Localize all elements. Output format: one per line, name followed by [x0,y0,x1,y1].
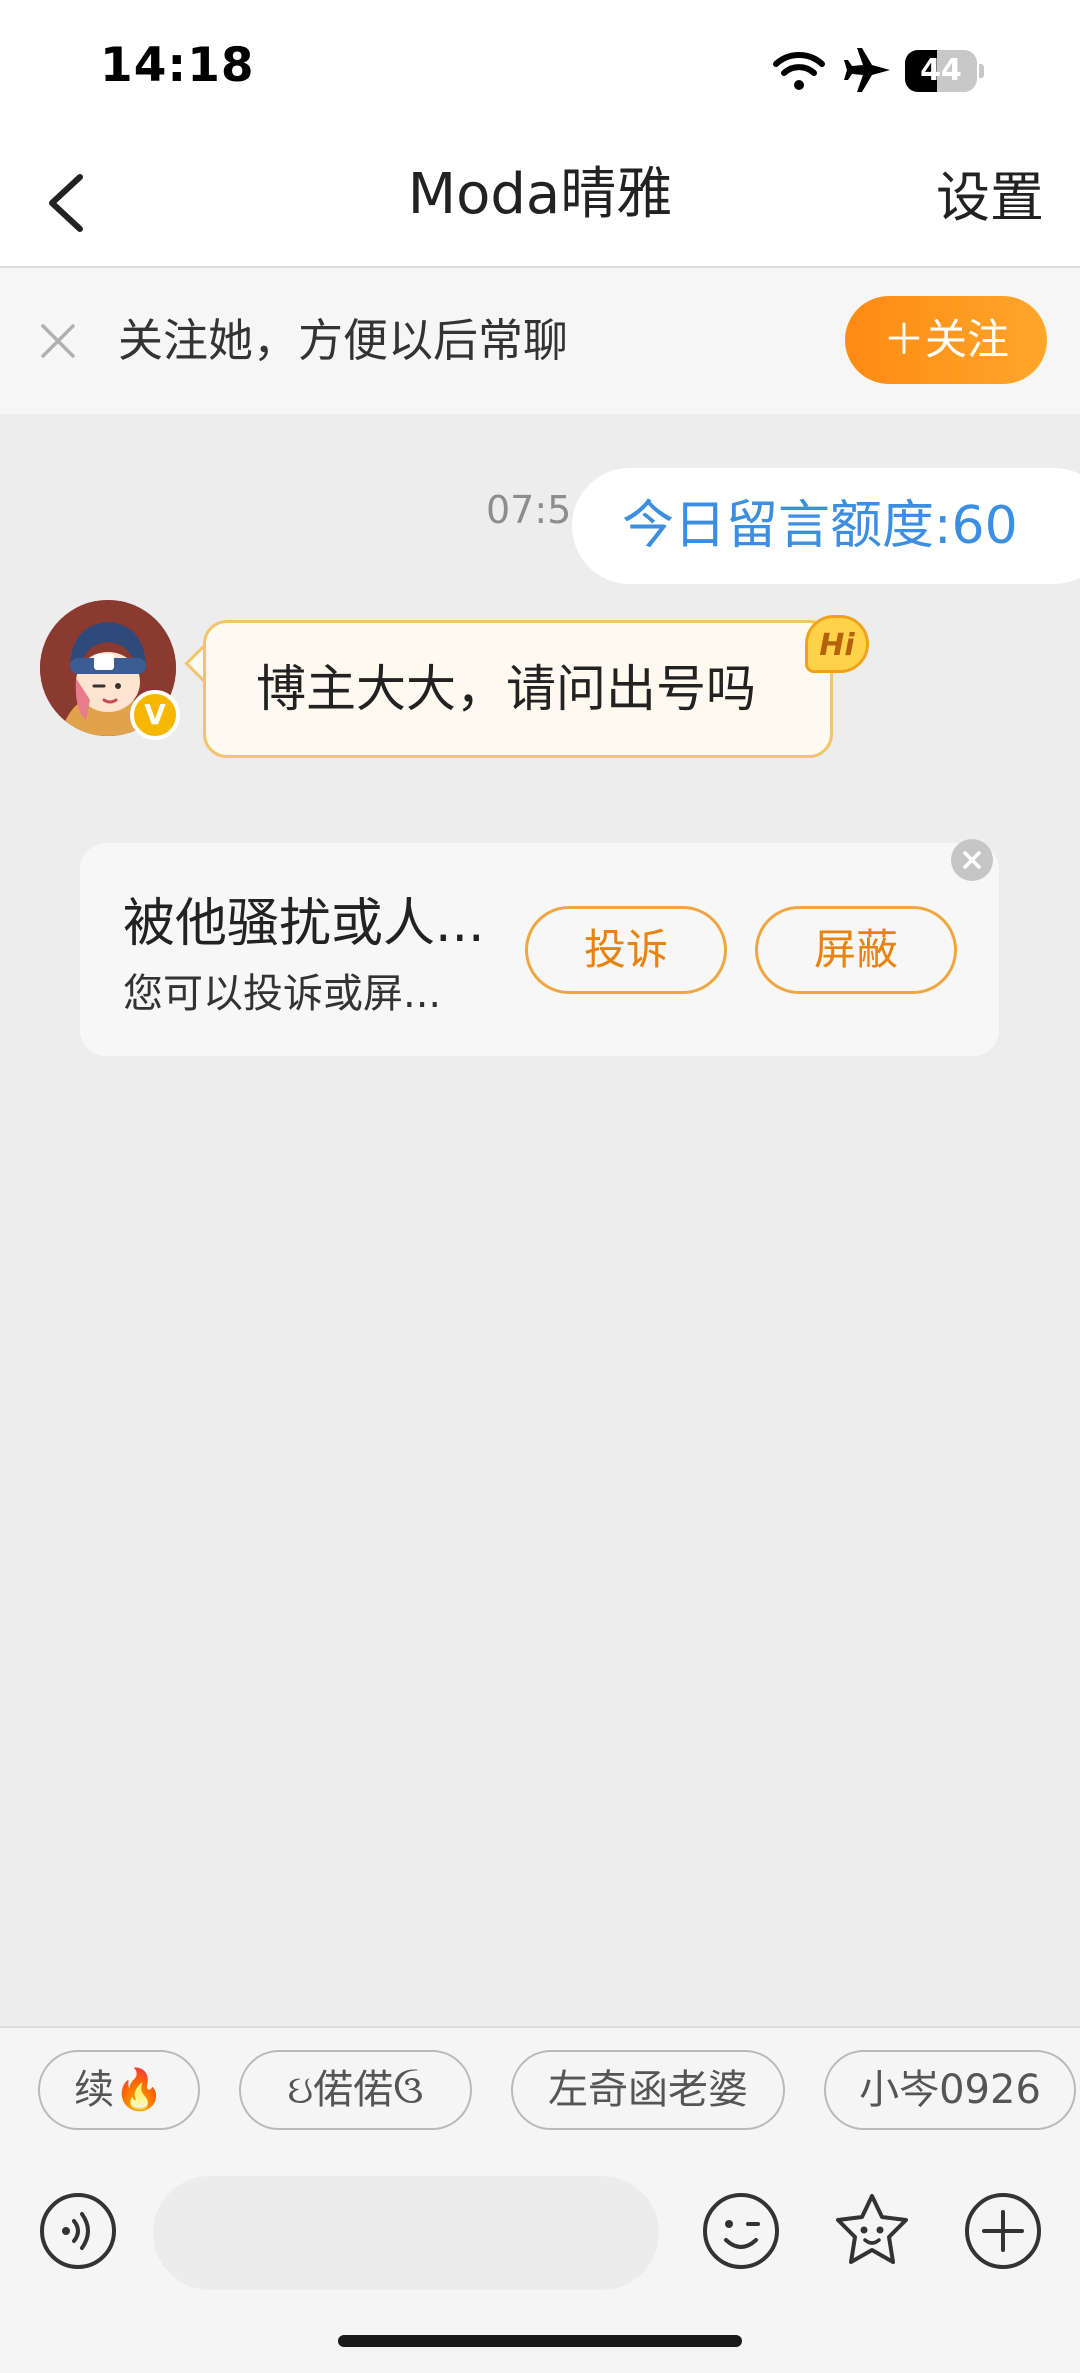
battery-percent: 44 [920,53,962,88]
message-timestamp: 07:5 [486,488,572,532]
status-time: 14:18 [100,38,255,93]
nav-bar: Moda晴雅 设置 [0,135,1080,268]
contact-chip[interactable]: 左奇函老婆 [511,2050,785,2130]
battery-indicator: 44 [905,50,984,92]
input-bar [0,2150,1080,2373]
follow-banner: 关注她，方便以后常聊 ＋关注 [0,268,1080,414]
sticker-icon[interactable] [831,2190,913,2272]
block-button[interactable]: 屏蔽 [755,906,957,994]
message-quota-pill: 今日留言额度:60 [572,468,1080,584]
status-bar: 14:18 44 [0,0,1080,135]
message-input[interactable] [153,2176,659,2290]
contact-chip[interactable]: 续🔥 [38,2050,200,2130]
follow-button[interactable]: ＋关注 [845,296,1047,384]
emoji-icon[interactable] [700,2190,782,2272]
contact-chip[interactable]: 小岑0926 [824,2050,1076,2130]
message-text: 博主大大，请问出号吗 [256,660,756,718]
wifi-icon [773,52,825,90]
report-card-title: 被他骚扰或人... [123,894,485,954]
home-indicator [338,2335,742,2347]
voice-icon[interactable] [38,2191,118,2271]
settings-button[interactable]: 设置 [905,135,1075,255]
airplane-icon [844,48,890,92]
close-icon[interactable] [951,839,993,881]
contact-chip[interactable]: ઇ偌偌ઉ [239,2050,472,2130]
report-card: 被他骚扰或人... 您可以投诉或屏... 投诉 屏蔽 [80,839,999,1056]
follow-prompt-text: 关注她，方便以后常聊 [118,314,569,367]
report-card-subtitle: 您可以投诉或屏... [123,971,442,1017]
plus-icon[interactable] [962,2190,1044,2272]
message-bubble[interactable]: 博主大大，请问出号吗 [203,620,833,758]
report-button[interactable]: 投诉 [525,906,727,994]
message-quota-label: 今日留言额度:60 [622,496,1018,556]
close-icon[interactable] [35,318,81,364]
hi-badge-icon: Hi [805,615,869,673]
page-title: Moda晴雅 [407,162,673,227]
back-button[interactable] [30,157,110,247]
verified-badge: V [130,690,180,740]
